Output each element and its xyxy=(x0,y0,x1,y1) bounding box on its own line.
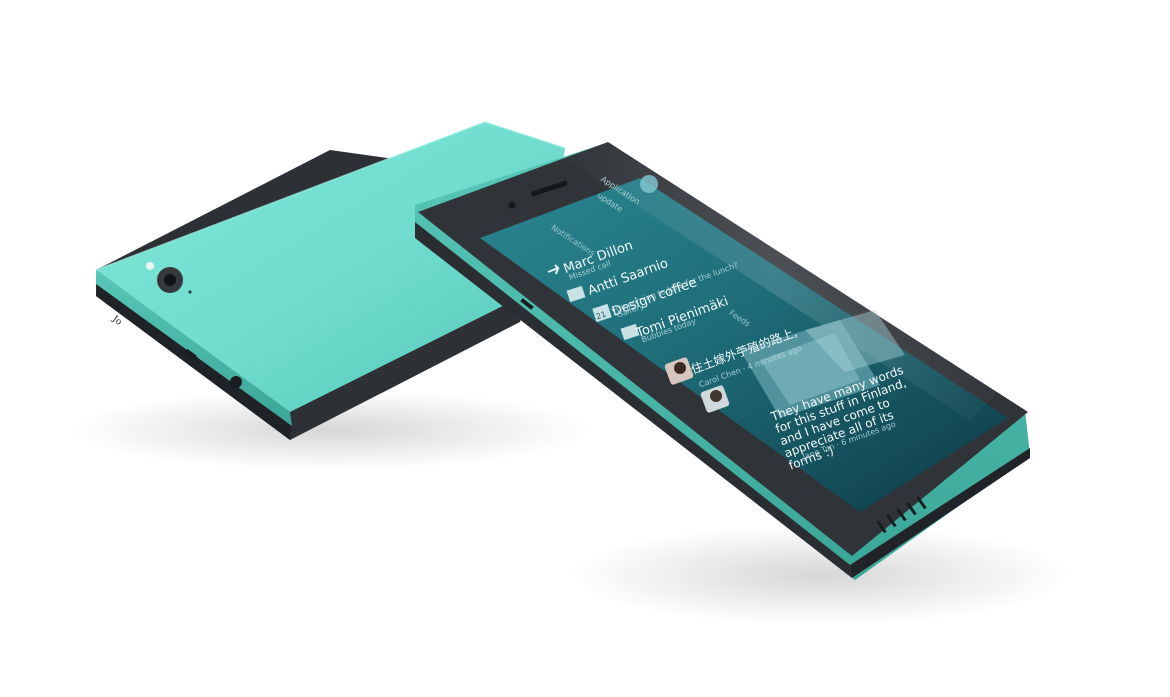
feed-item-text[interactable]: They have many words for this stuff in F… xyxy=(769,360,932,473)
feeds-header: Feeds xyxy=(727,308,752,329)
screen-text-overlay: Notifications Application update Marc Di… xyxy=(0,0,1170,697)
